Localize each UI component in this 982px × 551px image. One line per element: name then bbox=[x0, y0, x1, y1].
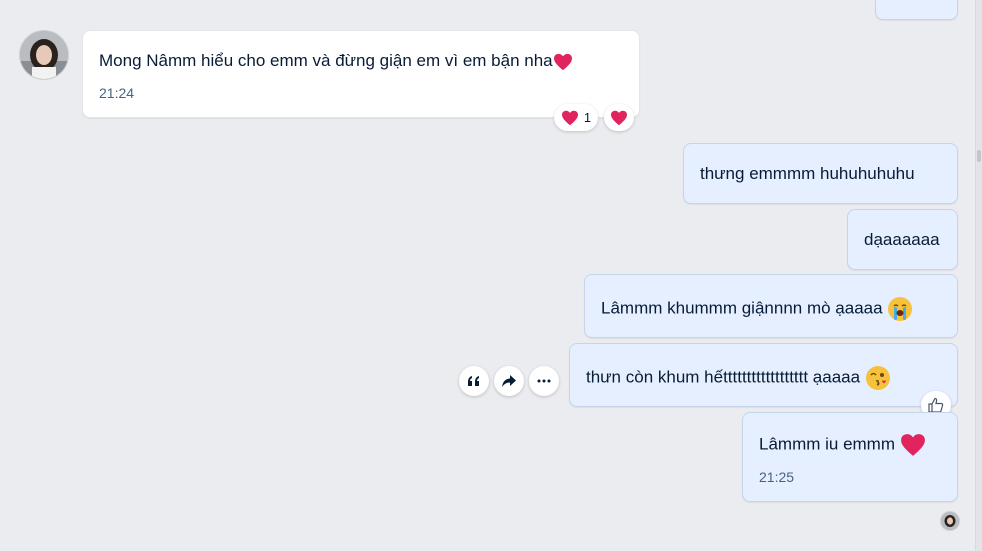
message-text: Lâmmm khummm giậnnnn mò ạaaaa bbox=[601, 296, 913, 322]
quote-reply-button[interactable] bbox=[459, 366, 489, 396]
previous-message-bubble[interactable] bbox=[875, 0, 958, 20]
message-text: Mong Nâmm hiểu cho emm và đừng giận em v… bbox=[99, 50, 573, 72]
outgoing-message-bubble[interactable]: thưn còn khum hếtttttttttttttttttt ạaaaa bbox=[569, 343, 958, 407]
message-text: dạaaaaaa bbox=[864, 230, 940, 249]
message-text: thưn còn khum hếtttttttttttttttttt ạaaaa bbox=[586, 365, 891, 391]
contact-avatar[interactable] bbox=[19, 30, 69, 80]
more-options-button[interactable] bbox=[529, 366, 559, 396]
heart-emoji-icon bbox=[900, 434, 925, 456]
react-button[interactable] bbox=[604, 104, 634, 131]
message-text-content: Lâmmm khummm giậnnnn mò ạaaaa bbox=[601, 298, 883, 318]
incoming-message-bubble[interactable]: Mong Nâmm hiểu cho emm và đừng giận em v… bbox=[82, 30, 640, 118]
scrollbar-thumb[interactable] bbox=[977, 150, 981, 162]
outgoing-message-bubble[interactable]: Lâmmm iu emmm 21:25 bbox=[742, 412, 958, 502]
message-text: Lâmmm iu emmm bbox=[759, 433, 926, 457]
kissing-face-icon bbox=[865, 366, 890, 390]
message-text-content: Lâmmm iu emmm bbox=[759, 434, 896, 454]
message-text-content: Mong Nâmm hiểu cho emm và đừng giận em v… bbox=[99, 51, 553, 70]
heart-emoji-icon bbox=[553, 53, 572, 70]
more-icon bbox=[537, 379, 551, 383]
seen-avatar-image bbox=[941, 512, 959, 530]
contact-avatar-image bbox=[20, 31, 68, 79]
chat-scrollbar[interactable] bbox=[975, 0, 982, 551]
message-time: 21:25 bbox=[759, 469, 795, 485]
share-button[interactable] bbox=[494, 366, 524, 396]
heart-reaction-icon bbox=[561, 110, 578, 125]
reaction-count: 1 bbox=[583, 110, 592, 125]
outgoing-message-bubble[interactable]: thưng emmmm huhuhuhuhu bbox=[683, 143, 958, 204]
crying-face-icon bbox=[888, 297, 913, 321]
reaction-summary[interactable]: 1 bbox=[554, 104, 598, 131]
quote-icon bbox=[468, 376, 479, 386]
seen-receipt-avatar bbox=[940, 511, 960, 531]
outgoing-message-bubble[interactable]: dạaaaaaa bbox=[847, 209, 958, 270]
share-icon bbox=[502, 375, 516, 387]
message-text-content: thưn còn khum hếtttttttttttttttttt ạaaaa bbox=[586, 367, 861, 387]
message-time: 21:24 bbox=[99, 85, 135, 101]
heart-icon bbox=[611, 110, 627, 125]
message-text: thưng emmmm huhuhuhuhu bbox=[700, 164, 915, 183]
thumbs-up-icon bbox=[928, 397, 944, 413]
outgoing-message-bubble[interactable]: Lâmmm khummm giậnnnn mò ạaaaa bbox=[584, 274, 958, 338]
